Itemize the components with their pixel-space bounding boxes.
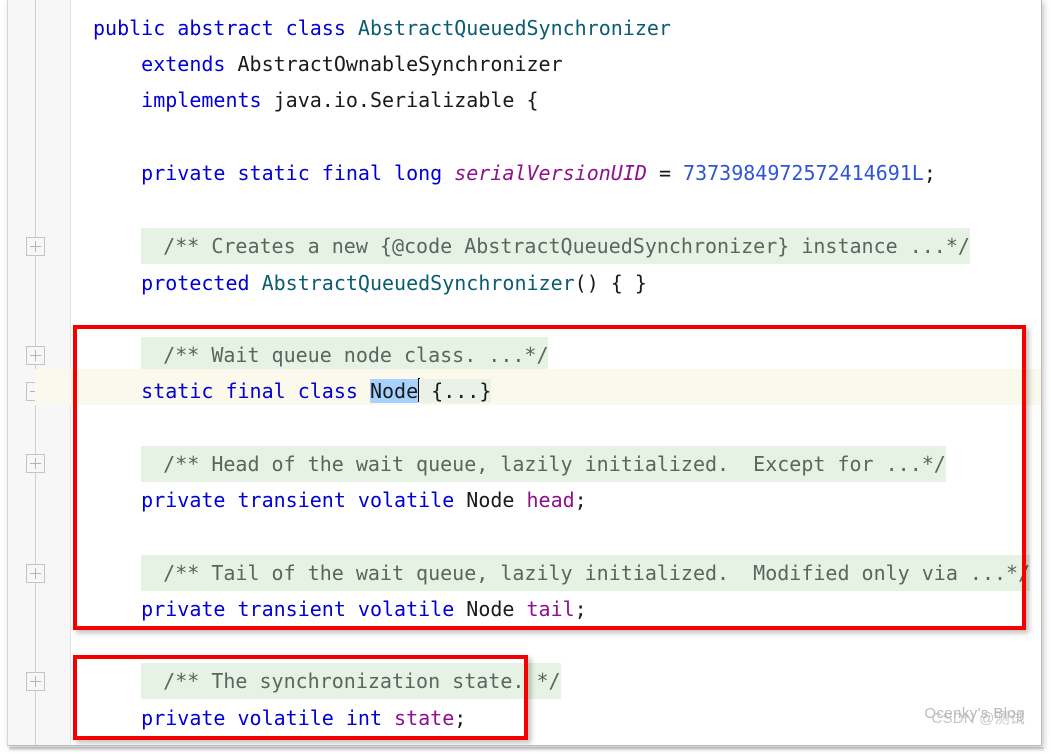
line-serialversionuid-token-4: ; [923,161,936,185]
line-serialversionuid-token-3: 7373984972572414691L [683,161,924,185]
line-tail-comment-text: /** Tail of the wait queue, lazily initi… [141,555,1031,591]
line-implements[interactable]: implements java.io.Serializable { [71,82,1041,118]
fold-plus-icon[interactable] [26,237,45,256]
code-editor-window: public abstract class AbstractQueuedSync… [7,0,1042,746]
line-extends-token-1: AbstractOwnableSynchronizer [237,52,563,76]
line-ctor-comment-text: /** Creates a new {@code AbstractQueuedS… [141,228,970,264]
fold-plus-icon[interactable] [26,346,45,365]
window-bottom-shadow [9,747,1044,751]
line-tail-comment[interactable]: /** Tail of the wait queue, lazily initi… [71,555,1041,591]
line-ctor[interactable]: protected AbstractQueuedSynchronizer() {… [71,265,1041,301]
line-ctor-token-1: AbstractQueuedSynchronizer [261,271,575,295]
line-node-class-token-0: static final class [141,379,370,403]
line-class-decl-token-0: public abstract class [93,16,358,40]
line-ctor-token-0: protected [141,271,262,295]
line-head-field-token-1: Node [466,488,527,512]
line-tail-field-token-1: Node [466,597,527,621]
line-tail-field-token-2: tail [526,597,575,621]
line-state-field-token-0: private volatile int [141,706,395,730]
line-ctor-comment[interactable]: /** Creates a new {@code AbstractQueuedS… [71,228,1041,264]
fold-plus-icon[interactable] [26,564,45,583]
line-serialversionuid-token-0: private static final long [141,161,455,185]
line-head-field-token-2: head [526,488,575,512]
line-node-class-token-1: Node [369,379,419,403]
line-implements-token-0: implements [141,88,274,112]
line-node-comment[interactable]: /** Wait queue node class. ...*/ [71,337,1041,373]
line-head-field[interactable]: private transient volatile Node head; [71,482,1041,518]
line-ctor-token-2: () { } [574,271,647,295]
line-extends[interactable]: extends AbstractOwnableSynchronizer [71,46,1041,82]
line-tail-field-token-3: ; [574,597,587,621]
line-state-comment[interactable]: /** The synchronization state. */ [71,663,1041,699]
line-tail-field-token-0: private transient volatile [141,597,467,621]
line-extends-token-0: extends [141,52,238,76]
line-class-decl-token-1: AbstractQueuedSynchronizer [357,16,671,40]
line-head-comment-text: /** Head of the wait queue, lazily initi… [141,446,946,482]
line-head-field-token-0: private transient volatile [141,488,467,512]
line-state-field-token-1: state [394,706,455,730]
line-class-decl[interactable]: public abstract class AbstractQueuedSync… [71,10,1041,46]
line-node-class[interactable]: static final class Node {...} [71,373,1041,409]
line-node-class-token-3: {...} [419,379,492,403]
line-serialversionuid[interactable]: private static final long serialVersionU… [71,155,1041,191]
fold-plus-icon[interactable] [26,454,45,473]
line-serialversionuid-token-1: serialVersionUID [454,161,647,185]
line-state-field[interactable]: private volatile int state; [71,700,1041,736]
line-head-comment[interactable]: /** Head of the wait queue, lazily initi… [71,446,1041,482]
line-tail-field[interactable]: private transient volatile Node tail; [71,591,1041,627]
line-head-field-token-3: ; [574,488,587,512]
fold-plus-icon[interactable] [26,672,45,691]
line-implements-token-1: java.io.Serializable { [273,88,539,112]
line-node-comment-text: /** Wait queue node class. ...*/ [141,337,549,373]
screenshot-root: public abstract class AbstractQueuedSync… [0,0,1051,754]
line-state-field-token-2: ; [454,706,467,730]
line-serialversionuid-token-2: = [646,161,684,185]
code-content-area[interactable]: public abstract class AbstractQueuedSync… [35,0,1041,745]
line-state-comment-text: /** The synchronization state. */ [141,663,561,699]
